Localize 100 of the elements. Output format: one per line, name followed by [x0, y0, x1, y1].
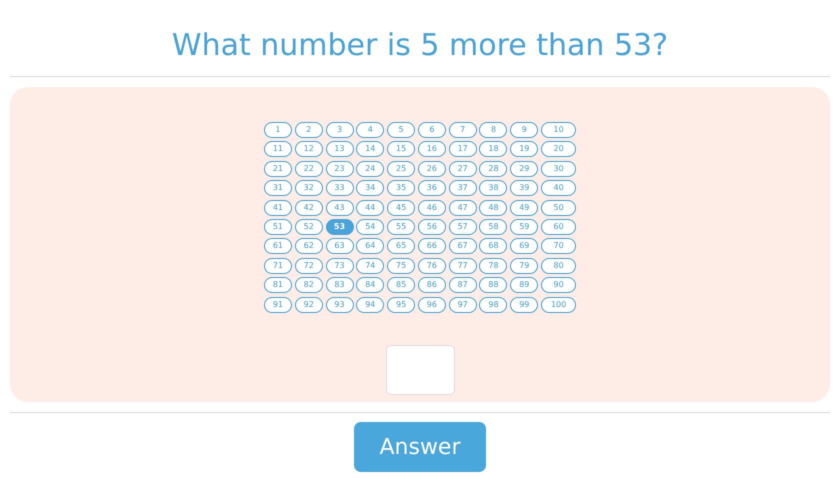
number-chip[interactable]: 6 [418, 122, 446, 138]
answer-field[interactable] [386, 344, 454, 395]
number-chip[interactable]: 1 [264, 122, 292, 138]
number-chip[interactable]: 31 [264, 180, 292, 196]
number-chip[interactable]: 65 [387, 238, 416, 254]
number-chip[interactable]: 19 [510, 141, 538, 158]
number-chip[interactable]: 30 [541, 160, 576, 177]
number-chip[interactable]: 61 [264, 238, 292, 254]
number-chip[interactable]: 54 [356, 218, 384, 235]
number-chip[interactable]: 25 [387, 160, 416, 177]
number-chip[interactable]: 64 [356, 238, 384, 254]
number-chip[interactable]: 14 [356, 141, 384, 158]
number-chip[interactable]: 94 [356, 296, 384, 313]
number-chip[interactable]: 42 [294, 200, 323, 216]
number-chip[interactable]: 87 [448, 277, 477, 294]
number-chip[interactable]: 50 [541, 200, 576, 216]
number-chip[interactable]: 86 [418, 277, 446, 294]
number-chip[interactable]: 58 [479, 218, 508, 235]
number-chip[interactable]: 33 [326, 180, 354, 196]
number-chip[interactable]: 38 [479, 180, 508, 196]
number-chip[interactable]: 48 [479, 200, 508, 216]
number-chip[interactable]: 49 [510, 200, 538, 216]
number-chip[interactable]: 4 [356, 122, 384, 138]
number-chip[interactable]: 55 [387, 218, 416, 235]
number-chip[interactable]: 76 [418, 258, 446, 274]
number-chip[interactable]: 39 [510, 180, 538, 196]
number-chip[interactable]: 52 [294, 218, 323, 235]
number-chip[interactable]: 27 [448, 160, 477, 177]
number-chip[interactable]: 47 [448, 200, 477, 216]
number-chip[interactable]: 67 [448, 238, 477, 254]
number-chip[interactable]: 80 [541, 258, 576, 274]
number-chip[interactable]: 88 [479, 277, 508, 294]
number-chip[interactable]: 98 [479, 296, 508, 313]
number-chip[interactable]: 12 [294, 141, 323, 158]
number-chip[interactable]: 66 [418, 238, 446, 254]
number-chip[interactable]: 91 [264, 296, 292, 313]
number-chip[interactable]: 5 [387, 122, 416, 138]
number-chip[interactable]: 74 [356, 258, 384, 274]
number-chip[interactable]: 72 [294, 258, 323, 274]
number-chip[interactable]: 79 [510, 258, 538, 274]
number-chip[interactable]: 20 [541, 141, 576, 158]
number-chip[interactable]: 22 [294, 160, 323, 177]
number-chip[interactable]: 83 [326, 277, 354, 294]
number-chip[interactable]: 53 [326, 218, 354, 235]
number-chip[interactable]: 93 [326, 296, 354, 313]
number-chip[interactable]: 44 [356, 200, 384, 216]
number-chip[interactable]: 43 [326, 200, 354, 216]
number-chip[interactable]: 90 [541, 277, 576, 294]
number-chip[interactable]: 96 [418, 296, 446, 313]
number-chip[interactable]: 69 [510, 238, 538, 254]
number-chip[interactable]: 77 [448, 258, 477, 274]
number-chip[interactable]: 32 [294, 180, 323, 196]
number-chip[interactable]: 3 [326, 122, 354, 138]
answer-button[interactable]: Answer [354, 422, 486, 472]
number-chip[interactable]: 45 [387, 200, 416, 216]
number-chip[interactable]: 71 [264, 258, 292, 274]
number-chip[interactable]: 35 [387, 180, 416, 196]
number-chip[interactable]: 37 [448, 180, 477, 196]
number-chip[interactable]: 7 [448, 122, 477, 138]
number-chip[interactable]: 99 [510, 296, 538, 313]
number-chip[interactable]: 40 [541, 180, 576, 196]
number-chip[interactable]: 95 [387, 296, 416, 313]
number-chip[interactable]: 70 [541, 238, 576, 254]
number-chip[interactable]: 21 [264, 160, 292, 177]
number-chip[interactable]: 28 [479, 160, 508, 177]
number-chip[interactable]: 89 [510, 277, 538, 294]
number-chip[interactable]: 73 [326, 258, 354, 274]
number-chip[interactable]: 82 [294, 277, 323, 294]
number-chip[interactable]: 11 [264, 141, 292, 158]
number-chip[interactable]: 56 [418, 218, 446, 235]
number-chip[interactable]: 100 [541, 296, 576, 313]
number-chip[interactable]: 78 [479, 258, 508, 274]
number-chip[interactable]: 62 [294, 238, 323, 254]
number-chip[interactable]: 8 [479, 122, 508, 138]
number-chip[interactable]: 18 [479, 141, 508, 158]
number-chip[interactable]: 16 [418, 141, 446, 158]
number-chip[interactable]: 92 [294, 296, 323, 313]
number-chip[interactable]: 84 [356, 277, 384, 294]
number-chip[interactable]: 23 [326, 160, 354, 177]
number-chip[interactable]: 24 [356, 160, 384, 177]
number-chip[interactable]: 57 [448, 218, 477, 235]
number-chip[interactable]: 81 [264, 277, 292, 294]
number-chip[interactable]: 59 [510, 218, 538, 235]
number-chip[interactable]: 68 [479, 238, 508, 254]
number-chip[interactable]: 17 [448, 141, 477, 158]
number-chip[interactable]: 41 [264, 200, 292, 216]
number-chip[interactable]: 36 [418, 180, 446, 196]
number-chip[interactable]: 29 [510, 160, 538, 177]
number-chip[interactable]: 51 [264, 218, 292, 235]
number-chip[interactable]: 46 [418, 200, 446, 216]
number-chip[interactable]: 60 [541, 218, 576, 235]
number-chip[interactable]: 75 [387, 258, 416, 274]
number-chip[interactable]: 10 [541, 122, 576, 138]
number-chip[interactable]: 13 [326, 141, 354, 158]
number-chip[interactable]: 97 [448, 296, 477, 313]
number-chip[interactable]: 26 [418, 160, 446, 177]
number-chip[interactable]: 15 [387, 141, 416, 158]
number-chip[interactable]: 9 [510, 122, 538, 138]
number-chip[interactable]: 85 [387, 277, 416, 294]
number-chip[interactable]: 63 [326, 238, 354, 254]
